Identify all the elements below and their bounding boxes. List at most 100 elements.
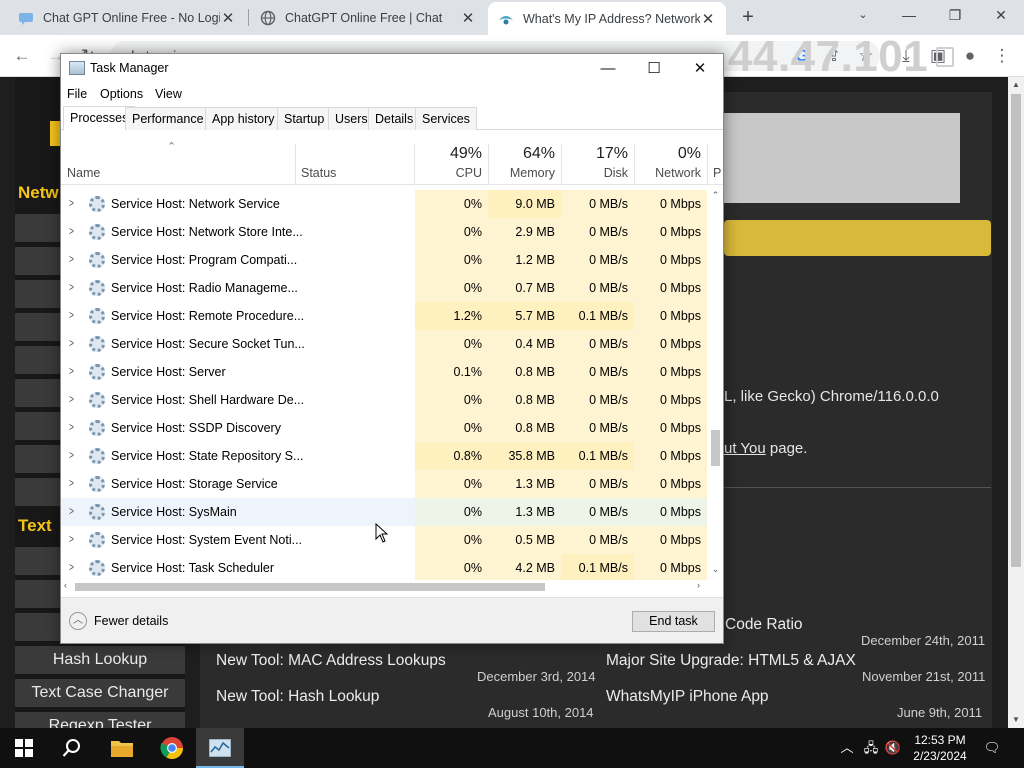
page-scrollbar[interactable]: ▲ ▼ <box>1008 77 1024 728</box>
process-row[interactable]: > Service Host: Shell Hardware De... 0% 0.8… <box>61 386 707 414</box>
maximize-button[interactable]: ☐ <box>631 54 677 83</box>
browser-restore-button[interactable]: ❐ <box>932 0 978 30</box>
page-scroll-thumb[interactable] <box>1011 94 1021 567</box>
tab-app-history[interactable]: App history <box>205 107 282 130</box>
process-row[interactable]: > Service Host: Storage Service 0% 1.3 MB 0 … <box>61 470 707 498</box>
process-disk: 0 MB/s <box>561 274 634 302</box>
browser-tab-chatgpt-nologin[interactable]: Chat GPT Online Free - No Login ✕ <box>8 0 246 35</box>
search-icon[interactable] <box>48 728 96 768</box>
taskbar-clock[interactable]: 12:53 PM 2/23/2024 <box>910 732 970 764</box>
news-title[interactable]: Code Ratio <box>725 616 803 634</box>
process-row[interactable]: > Service Host: SSDP Discovery 0% 0.8 MB 0 M… <box>61 414 707 442</box>
expand-chevron-icon[interactable]: > <box>69 196 74 210</box>
news-title[interactable]: New Tool: MAC Address Lookups <box>216 652 446 670</box>
expand-chevron-icon[interactable]: > <box>69 364 74 378</box>
about-you-link[interactable]: ut You <box>724 440 766 457</box>
end-task-button[interactable]: End task <box>632 611 715 632</box>
back-arrow-icon[interactable]: ← <box>10 44 34 68</box>
chrome-menu-icon[interactable]: ⋮ <box>990 44 1014 68</box>
col-header-power[interactable]: P <box>713 166 723 180</box>
copy-ip-icon[interactable] <box>936 47 954 67</box>
nav-button-hash-lookup[interactable]: Hash Lookup <box>15 646 185 674</box>
expand-chevron-icon[interactable]: > <box>69 560 74 574</box>
menu-options[interactable]: Options <box>100 87 143 101</box>
browser-close-button[interactable]: ✕ <box>978 0 1024 30</box>
hscroll-thumb[interactable] <box>75 583 545 591</box>
browser-minimize-button[interactable]: — <box>886 0 932 30</box>
menu-file[interactable]: File <box>67 87 87 101</box>
menu-view[interactable]: View <box>155 87 182 101</box>
fewer-details-link[interactable]: Fewer details <box>94 614 168 628</box>
process-list-vscrollbar[interactable]: ⌃ ⌄ <box>708 190 723 580</box>
news-title[interactable]: Major Site Upgrade: HTML5 & AJAX <box>606 652 856 670</box>
network-icon[interactable]: 🖧 <box>862 728 880 768</box>
expand-chevron-icon[interactable]: > <box>69 420 74 434</box>
news-title[interactable]: WhatsMyIP iPhone App <box>606 688 769 706</box>
close-button[interactable]: ✕ <box>677 54 723 83</box>
task-manager-app-icon <box>69 61 85 75</box>
scroll-down-arrow-icon[interactable]: ▼ <box>1008 712 1024 728</box>
process-row[interactable]: > Service Host: Radio Manageme... 0% 0.7 MB… <box>61 274 707 302</box>
process-row[interactable]: > Service Host: Secure Socket Tun... 0% 0.4… <box>61 330 707 358</box>
expand-chevron-icon[interactable]: > <box>69 280 74 294</box>
tab-search-chevron-icon[interactable]: ⌄ <box>840 0 886 30</box>
news-title[interactable]: New Tool: Hash Lookup <box>216 688 379 706</box>
tab-services[interactable]: Services <box>415 107 477 130</box>
expand-chevron-icon[interactable]: > <box>69 504 74 518</box>
col-header-name[interactable]: Name <box>67 166 100 180</box>
tab-details[interactable]: Details <box>368 107 421 130</box>
expand-chevron-icon[interactable]: > <box>69 392 74 406</box>
expand-chevron-icon[interactable]: > <box>69 252 74 266</box>
expand-chevron-icon[interactable]: > <box>69 448 74 462</box>
col-header-status[interactable]: Status <box>301 166 336 180</box>
expand-chevron-icon[interactable]: > <box>69 476 74 490</box>
chevron-up-circle-icon[interactable]: ︿ <box>69 612 87 630</box>
browser-tab-whatsmyip[interactable]: What's My IP Address? Network ✕ <box>488 2 726 35</box>
volume-muted-icon[interactable]: 🔇 <box>884 728 902 768</box>
show-hidden-icons-chevron-icon[interactable]: ︿ <box>838 728 856 768</box>
sort-chevron-up-icon[interactable]: ⌃ <box>167 140 176 153</box>
expand-chevron-icon[interactable]: > <box>69 336 74 350</box>
process-row[interactable]: > Service Host: Server 0.1% 0.8 MB 0 MB/s 0 M… <box>61 358 707 386</box>
process-row[interactable]: > Service Host: Program Compati... 0% 1.2 M… <box>61 246 707 274</box>
chrome-taskbar-icon[interactable] <box>148 728 196 768</box>
tab-close-icon[interactable]: ✕ <box>220 9 236 27</box>
scroll-down-arrow-icon[interactable]: ⌄ <box>708 564 723 575</box>
tab-startup[interactable]: Startup <box>277 107 332 130</box>
process-row[interactable]: > Service Host: SysMain 0% 1.3 MB 0 MB/s 0 Mb… <box>61 498 707 526</box>
tab-performance[interactable]: Performance <box>125 107 211 130</box>
nav-button-regexp-tester[interactable]: Regexp Tester <box>15 712 185 728</box>
expand-chevron-icon[interactable]: > <box>69 308 74 322</box>
notifications-icon[interactable]: 🗨 <box>980 728 1004 768</box>
browser-tab-chatgpt-chat[interactable]: ChatGPT Online Free | Chat ✕ <box>250 0 486 35</box>
vscroll-thumb[interactable] <box>711 430 720 466</box>
scroll-right-arrow-icon[interactable]: › <box>697 580 700 590</box>
scroll-left-arrow-icon[interactable]: ‹ <box>64 580 67 590</box>
process-cpu: 0% <box>415 526 488 554</box>
process-row[interactable]: > Service Host: Task Scheduler 0% 4.2 MB 0.1… <box>61 554 707 580</box>
process-row[interactable]: > Service Host: Remote Procedure... 1.2% 5.… <box>61 302 707 330</box>
process-list-hscrollbar[interactable]: ‹ › <box>61 580 707 594</box>
scroll-up-arrow-icon[interactable]: ▲ <box>1008 77 1024 93</box>
col-header-cpu[interactable]: CPU <box>415 166 482 180</box>
scroll-up-arrow-icon[interactable]: ⌃ <box>708 190 723 201</box>
tab-close-icon[interactable]: ✕ <box>460 9 476 27</box>
task-manager-titlebar[interactable]: Task Manager — ☐ ✕ <box>61 54 723 83</box>
start-windows-icon[interactable] <box>0 728 48 768</box>
col-header-memory[interactable]: Memory <box>488 166 555 180</box>
process-row[interactable]: > Service Host: State Repository S... 0.8%… <box>61 442 707 470</box>
file-explorer-icon[interactable] <box>98 728 146 768</box>
col-header-network[interactable]: Network <box>634 166 701 180</box>
new-tab-button[interactable]: + <box>737 5 759 29</box>
process-memory: 1.3 MB <box>488 498 561 526</box>
process-row[interactable]: > Service Host: Network Service 0% 9.0 MB 0 … <box>61 190 707 218</box>
tab-close-icon[interactable]: ✕ <box>700 10 716 28</box>
nav-button-text-case-changer[interactable]: Text Case Changer <box>15 679 185 707</box>
expand-chevron-icon[interactable]: > <box>69 532 74 546</box>
col-header-disk[interactable]: Disk <box>561 166 628 180</box>
expand-chevron-icon[interactable]: > <box>69 224 74 238</box>
profile-avatar-icon[interactable]: ● <box>958 44 982 68</box>
process-row[interactable]: > Service Host: Network Store Inte... 0% 2.… <box>61 218 707 246</box>
minimize-button[interactable]: — <box>585 54 631 83</box>
task-manager-taskbar-icon[interactable] <box>196 728 244 768</box>
